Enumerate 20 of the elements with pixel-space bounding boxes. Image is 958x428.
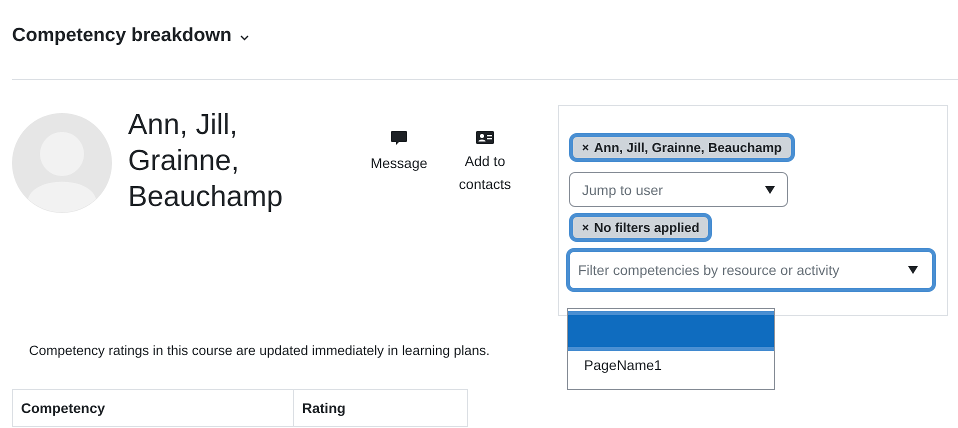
- close-icon: [582, 144, 589, 151]
- close-icon: [582, 224, 589, 231]
- notice-text: Competency ratings in this course are updated immediately in learning plans.: [29, 343, 491, 358]
- contact-card-icon: [476, 131, 494, 144]
- dropdown-option[interactable]: PageName1: [568, 351, 774, 379]
- message-link[interactable]: Message: [364, 131, 434, 196]
- speech-bubble-icon: [391, 131, 407, 146]
- caret-down-icon: [908, 266, 918, 274]
- column-header: Rating: [294, 390, 468, 426]
- caret-down-icon: [765, 186, 775, 194]
- selected-filter-tag[interactable]: No filters applied: [569, 213, 712, 242]
- column-header: Competency: [12, 390, 294, 426]
- add-contact-link[interactable]: Add to contacts: [450, 131, 520, 196]
- user-name: Ann, Jill, Grainne, Beauchamp: [128, 108, 284, 215]
- chevron-down-icon[interactable]: [240, 35, 249, 41]
- filter-field[interactable]: Filter competencies by resource or activity: [566, 248, 936, 292]
- jump-to-user-select[interactable]: Jump to user: [569, 172, 788, 207]
- page-title: Competency breakdown: [12, 25, 232, 47]
- avatar-icon: [12, 113, 112, 213]
- selected-user-tag[interactable]: Ann, Jill, Grainne, Beauchamp: [569, 133, 795, 162]
